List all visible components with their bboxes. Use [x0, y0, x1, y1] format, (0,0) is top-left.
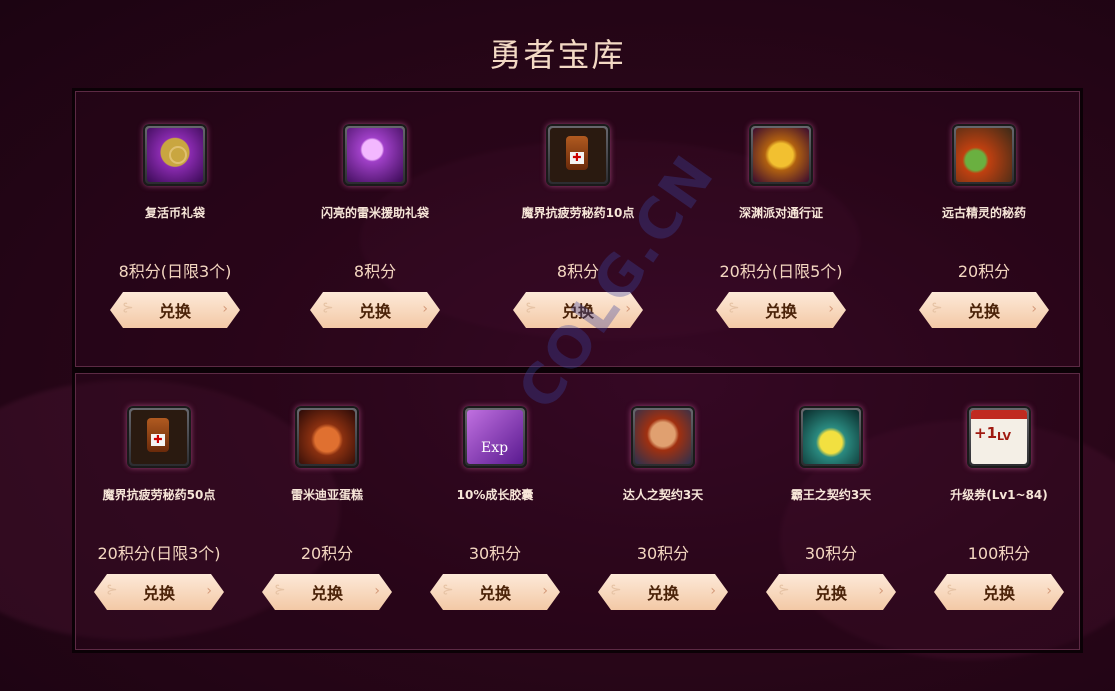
chevron-right-icon: › [222, 301, 228, 317]
chevron-right-icon: › [1031, 301, 1037, 317]
exchange-button[interactable]: ⊱ 兑换 › [94, 574, 224, 610]
exchange-button-label: 兑换 [646, 584, 679, 603]
exchange-button-label: 兑换 [764, 302, 797, 321]
level-up-ticket-icon: +1 LV [971, 410, 1027, 464]
item-name: 闪亮的雷米援助礼袋 [320, 206, 429, 220]
exchange-item: 远古精灵的秘药 20积分 ⊱ 兑换 › [884, 124, 1084, 328]
exchange-button[interactable]: ⊱ 兑换 › [934, 574, 1064, 610]
item-price: 8积分(日限3个) [118, 262, 232, 281]
exchange-item: 深渊派对通行证 20积分(日限5个) ⊱ 兑换 › [681, 124, 881, 328]
exchange-button[interactable]: ⊱ 兑换 › [598, 574, 728, 610]
item-icon-frame [631, 406, 695, 468]
item-icon-frame: +1 LV [967, 406, 1031, 468]
exchange-button[interactable]: ⊱ 兑换 › [262, 574, 392, 610]
exchange-button[interactable]: ⊱ 兑换 › [716, 292, 846, 328]
chevron-right-icon: › [1046, 583, 1052, 599]
item-icon-frame [343, 124, 407, 186]
fatigue-potion-icon: ✚ [550, 128, 606, 182]
exchange-item: +1 LV 升级券(Lv1~84) 100积分 ⊱ 兑换 › [899, 406, 1099, 610]
exchange-button-label: 兑换 [478, 584, 511, 603]
exchange-button[interactable]: ⊱ 兑换 › [513, 292, 643, 328]
exchange-item: 闪亮的雷米援助礼袋 8积分 ⊱ 兑换 › [275, 124, 475, 328]
item-icon-frame [295, 406, 359, 468]
exchange-panel-row-1: 复活币礼袋 8积分(日限3个) ⊱ 兑换 › 闪亮的雷米援助礼袋 8积分 ⊱ 兑换 › … [72, 88, 1083, 370]
exchange-button[interactable]: ⊱ 兑换 › [310, 292, 440, 328]
item-icon-frame: Exp [463, 406, 527, 468]
button-deco-icon: ⊱ [442, 582, 454, 598]
button-deco-icon: ⊱ [322, 300, 334, 316]
button-deco-icon: ⊱ [610, 582, 622, 598]
item-name: 魔界抗疲劳秘药10点 [521, 206, 635, 220]
button-deco-icon: ⊱ [106, 582, 118, 598]
item-icon-frame [952, 124, 1016, 186]
abyss-pass-icon [753, 128, 809, 182]
exchange-panel-row-2: ✚ 魔界抗疲劳秘药50点 20积分(日限3个) ⊱ 兑换 › 雷米迪亚蛋糕 20积分… [72, 370, 1083, 653]
cake-icon [299, 410, 355, 464]
exchange-button-label: 兑换 [310, 584, 343, 603]
item-price: 100积分 [967, 544, 1031, 563]
chevron-right-icon: › [374, 583, 380, 599]
exchange-button-label: 兑换 [142, 584, 175, 603]
revive-coin-bag-icon [147, 128, 203, 182]
item-price: 8积分 [556, 262, 600, 281]
exchange-button[interactable]: ⊱ 兑换 › [919, 292, 1049, 328]
item-price: 8积分 [353, 262, 397, 281]
chevron-right-icon: › [542, 583, 548, 599]
exchange-button-label: 兑换 [814, 584, 847, 603]
item-name: 深渊派对通行证 [738, 206, 823, 220]
exp-capsule-icon: Exp [467, 410, 523, 464]
chevron-right-icon: › [625, 301, 631, 317]
exchange-button[interactable]: ⊱ 兑换 › [430, 574, 560, 610]
item-price: 20积分(日限5个) [719, 262, 843, 281]
item-price: 20积分 [957, 262, 1011, 281]
exchange-button-label: 兑换 [561, 302, 594, 321]
exchange-button-label: 兑换 [158, 302, 191, 321]
button-deco-icon: ⊱ [946, 582, 958, 598]
item-icon-frame [799, 406, 863, 468]
item-name: 升级券(Lv1~84) [950, 488, 1048, 502]
chevron-right-icon: › [878, 583, 884, 599]
expert-contract-icon [635, 410, 691, 464]
fatigue-potion-icon: ✚ [131, 410, 187, 464]
button-deco-icon: ⊱ [274, 582, 286, 598]
button-deco-icon: ⊱ [778, 582, 790, 598]
overlord-contract-icon [803, 410, 859, 464]
button-deco-icon: ⊱ [931, 300, 943, 316]
button-deco-icon: ⊱ [122, 300, 134, 316]
item-icon-frame: ✚ [546, 124, 610, 186]
button-deco-icon: ⊱ [525, 300, 537, 316]
exchange-button-label: 兑换 [358, 302, 391, 321]
item-name: 复活币礼袋 [144, 206, 205, 220]
shiny-remy-gift-bag-icon [347, 128, 403, 182]
exchange-button-label: 兑换 [982, 584, 1015, 603]
item-icon-frame: ✚ [127, 406, 191, 468]
page-title: 勇者宝库 [489, 36, 626, 74]
chevron-right-icon: › [710, 583, 716, 599]
chevron-right-icon: › [422, 301, 428, 317]
exchange-button[interactable]: ⊱ 兑换 › [110, 292, 240, 328]
chevron-right-icon: › [206, 583, 212, 599]
exchange-item: 复活币礼袋 8积分(日限3个) ⊱ 兑换 › [75, 124, 275, 328]
item-icon-frame [143, 124, 207, 186]
item-name: 远古精灵的秘药 [941, 206, 1026, 220]
button-deco-icon: ⊱ [728, 300, 740, 316]
ancient-elf-potion-icon [956, 128, 1012, 182]
item-icon-frame [749, 124, 813, 186]
chevron-right-icon: › [828, 301, 834, 317]
exchange-item: ✚ 魔界抗疲劳秘药10点 8积分 ⊱ 兑换 › [478, 124, 678, 328]
exchange-button-label: 兑换 [967, 302, 1000, 321]
exchange-button[interactable]: ⊱ 兑换 › [766, 574, 896, 610]
